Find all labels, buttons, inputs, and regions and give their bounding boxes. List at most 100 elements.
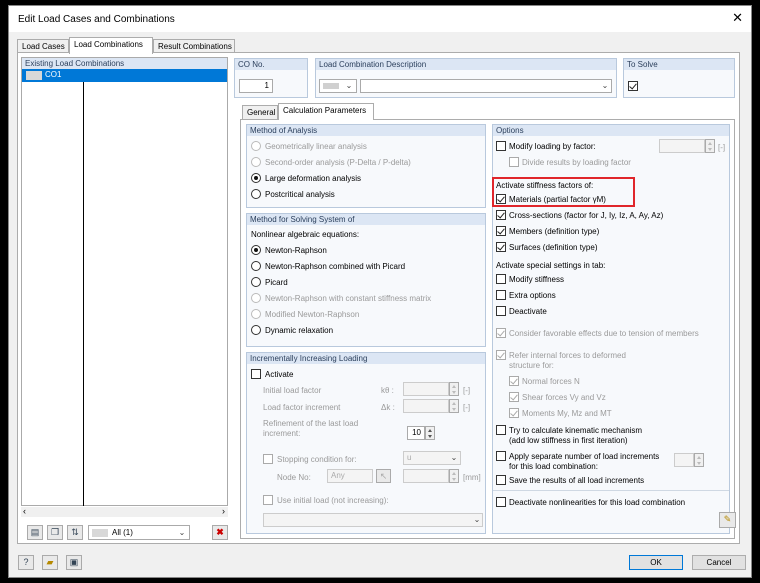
refer-internal-checkbox[interactable] xyxy=(496,350,506,360)
subtab-calculation-parameters[interactable]: Calculation Parameters xyxy=(278,103,374,120)
chevron-down-icon: ⌄ xyxy=(345,81,353,90)
use-initial-load-checkbox[interactable] xyxy=(263,495,273,505)
radio-modified-newton-raphson[interactable] xyxy=(251,309,261,319)
renumber-icon[interactable]: ⇅ xyxy=(67,525,83,540)
kinematic-label-2: (add low stiffness in first iteration) xyxy=(509,436,628,445)
modify-loading-spinner[interactable] xyxy=(705,139,715,153)
load-factor-increment-input[interactable] xyxy=(403,399,449,413)
cross-sections-checkbox[interactable] xyxy=(496,210,506,220)
refer-internal-label: Refer internal forces to deformed xyxy=(509,351,626,360)
normal-forces-checkbox[interactable] xyxy=(509,376,519,386)
description-label: Load Combination Description xyxy=(316,59,616,70)
method-of-analysis-group: Method of Analysis Geometrically linear … xyxy=(246,124,486,208)
scroll-right-icon[interactable]: › xyxy=(222,506,225,516)
load-factor-increment-spinner[interactable] xyxy=(449,399,459,413)
members-label: Members (definition type) xyxy=(509,227,600,236)
cancel-button[interactable]: Cancel xyxy=(692,555,746,570)
node-displacement-spinner[interactable] xyxy=(449,469,459,483)
initial-load-factor-symbol: kθ : xyxy=(381,386,394,395)
to-solve-checkbox[interactable] xyxy=(628,81,638,91)
list-item[interactable]: CO1 xyxy=(22,69,227,82)
filter-dropdown[interactable]: All (1) ⌄ xyxy=(88,525,190,540)
description-color-dropdown[interactable]: ⌄ xyxy=(319,79,357,93)
load-factor-increment-symbol: Δk : xyxy=(381,403,395,412)
list-header: Existing Load Combinations xyxy=(22,58,227,69)
members-checkbox[interactable] xyxy=(496,226,506,236)
copy-combination-icon[interactable]: ❐ xyxy=(47,525,63,540)
radio-picard[interactable] xyxy=(251,277,261,287)
tab-result-combinations[interactable]: Result Combinations xyxy=(153,39,235,53)
radio-newton-raphson-picard[interactable] xyxy=(251,261,261,271)
tab-load-cases[interactable]: Load Cases xyxy=(17,39,69,53)
open-folder-icon[interactable]: ▰ xyxy=(42,555,58,570)
use-initial-load-label: Use initial load (not increasing): xyxy=(277,496,389,505)
separate-increments-spinner[interactable] xyxy=(694,453,704,467)
group-header: Method of Analysis xyxy=(247,125,485,136)
scroll-left-icon[interactable]: ‹ xyxy=(23,506,26,516)
consider-favorable-checkbox[interactable] xyxy=(496,328,506,338)
chevron-down-icon[interactable]: ⌄ xyxy=(600,80,610,92)
moments-checkbox[interactable] xyxy=(509,408,519,418)
co-no-input[interactable]: 1 xyxy=(239,79,273,93)
node-no-dropdown[interactable]: Any xyxy=(327,469,373,483)
ok-button[interactable]: OK xyxy=(629,555,683,570)
edit-settings-icon[interactable]: ✎ xyxy=(719,512,736,528)
shear-forces-checkbox[interactable] xyxy=(509,392,519,402)
materials-checkbox[interactable] xyxy=(496,194,506,204)
filter-value: All (1) xyxy=(112,528,133,537)
modify-loading-checkbox[interactable] xyxy=(496,141,506,151)
radio-newton-raphson[interactable] xyxy=(251,245,261,255)
radio-postcritical[interactable] xyxy=(251,189,261,199)
modify-stiffness-label: Modify stiffness xyxy=(509,275,564,284)
cross-sections-label: Cross-sections (factor for J, Iy, Iz, A,… xyxy=(509,211,664,220)
radio-label: Dynamic relaxation xyxy=(265,326,334,335)
description-input[interactable] xyxy=(360,79,612,93)
radio-second-order[interactable] xyxy=(251,157,261,167)
deactivate-nonlinear-checkbox[interactable] xyxy=(496,497,506,507)
horizontal-scrollbar[interactable]: ‹ › xyxy=(21,506,228,517)
separate-increments-checkbox[interactable] xyxy=(496,451,506,461)
radio-large-deformation[interactable] xyxy=(251,173,261,183)
kinematic-mechanism-checkbox[interactable] xyxy=(496,425,506,435)
radio-dynamic-relaxation[interactable] xyxy=(251,325,261,335)
subtab-general[interactable]: General xyxy=(242,105,278,119)
node-displacement-input[interactable] xyxy=(403,469,449,483)
radio-geometrically-linear[interactable] xyxy=(251,141,261,151)
initial-load-dropdown[interactable] xyxy=(263,513,483,527)
deactivate-checkbox[interactable] xyxy=(496,306,506,316)
save-results-label: Save the results of all load increments xyxy=(509,476,645,485)
help-icon[interactable]: ? xyxy=(18,555,34,570)
unit-label: [-] xyxy=(463,386,471,395)
extra-options-checkbox[interactable] xyxy=(496,290,506,300)
tab-panel: Existing Load Combinations CO1 ‹ › ▤ ❐ ⇅… xyxy=(17,52,740,544)
surfaces-checkbox[interactable] xyxy=(496,242,506,252)
stopping-condition-checkbox[interactable] xyxy=(263,454,273,464)
delete-icon[interactable]: ✖ xyxy=(212,525,228,540)
refinement-spinner[interactable] xyxy=(425,426,435,440)
co-no-group: CO No. 1 xyxy=(234,58,308,98)
solving-method-group: Method for Solving System of Nonlinear a… xyxy=(246,213,486,347)
refinement-input[interactable]: 10 xyxy=(407,426,425,440)
initial-load-factor-input[interactable] xyxy=(403,382,449,396)
separate-increments-input[interactable] xyxy=(674,453,694,467)
new-combination-icon[interactable]: ▤ xyxy=(27,525,43,540)
shear-forces-label: Shear forces Vy and Vz xyxy=(522,393,606,402)
modify-loading-input[interactable] xyxy=(659,139,705,153)
close-icon[interactable]: ✕ xyxy=(732,11,743,25)
radio-label: Modified Newton-Raphson xyxy=(265,310,360,319)
radio-constant-stiffness[interactable] xyxy=(251,293,261,303)
radio-label: Large deformation analysis xyxy=(265,174,362,183)
unit-label: [-] xyxy=(718,143,726,152)
deactivate-nonlinear-label: Deactivate nonlinearities for this load … xyxy=(509,498,686,507)
pick-node-icon[interactable]: ↖ xyxy=(376,469,391,483)
activate-checkbox[interactable] xyxy=(251,369,261,379)
title-bar: Edit Load Cases and Combinations ✕ xyxy=(9,6,751,32)
save-results-checkbox[interactable] xyxy=(496,475,506,485)
load-factor-increment-label: Load factor increment xyxy=(263,403,341,412)
modify-stiffness-checkbox[interactable] xyxy=(496,274,506,284)
refinement-label-2: increment: xyxy=(263,429,301,438)
divide-results-checkbox[interactable] xyxy=(509,157,519,167)
initial-load-factor-spinner[interactable] xyxy=(449,382,459,396)
save-icon[interactable]: ▣ xyxy=(66,555,82,570)
tab-load-combinations[interactable]: Load Combinations xyxy=(69,37,153,54)
